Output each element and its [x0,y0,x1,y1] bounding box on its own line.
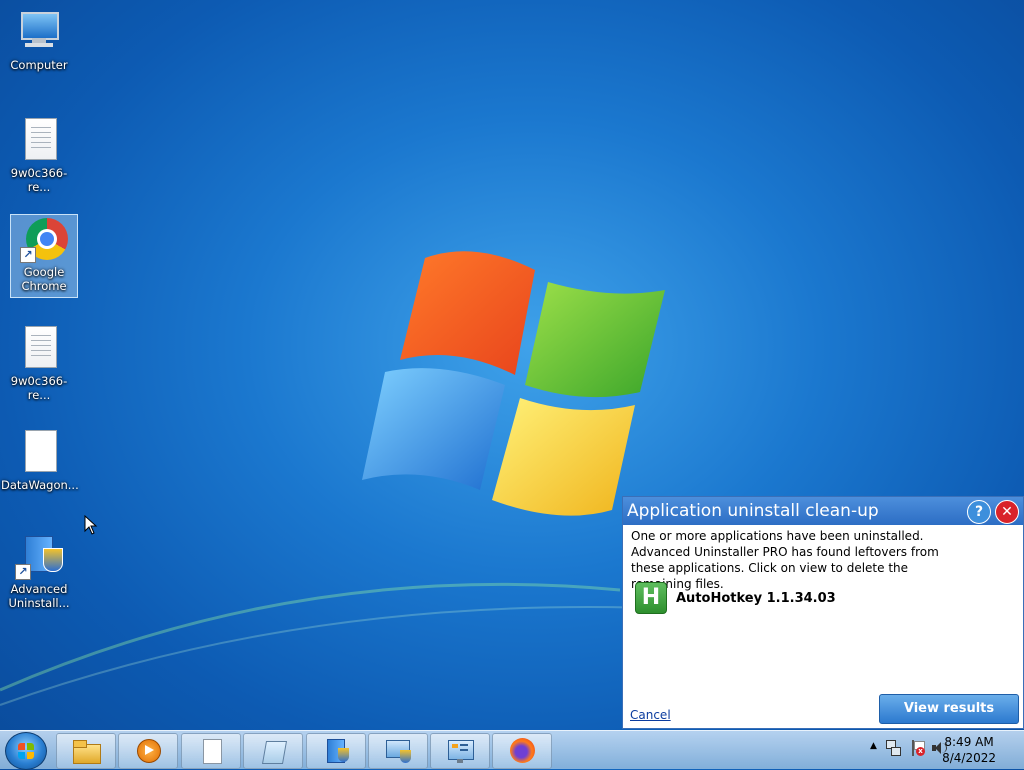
help-button[interactable]: ? [967,500,991,524]
clock[interactable]: 8:49 AM 8/4/2022 [942,734,996,766]
advanced-uninstaller-icon [322,738,350,764]
start-button[interactable] [5,732,47,770]
autohotkey-icon: H [635,582,667,614]
advanced-uninstaller-icon: ↗ [15,532,63,580]
taskbar-media-player[interactable] [118,733,178,769]
cancel-link[interactable]: Cancel [630,708,671,722]
mouse-cursor-icon [84,515,98,535]
help-icon: ? [974,504,984,520]
desktop-icon-label: DataWagon... [1,478,79,492]
taskbar: ▲ x 8:49 AM 8/4/2022 [0,730,1024,770]
desktop-icon-label: Advanced Uninstall... [8,582,70,610]
desktop-icon-datawagon[interactable]: DataWagon... [1,428,79,492]
file-explorer-icon [72,738,101,764]
app-name: AutoHotkey 1.1.34.03 [676,590,836,606]
text-file-icon [15,116,63,164]
close-icon: ✕ [1001,504,1013,520]
text-file-icon [15,324,63,372]
dialog-title: Application uninstall clean-up [627,501,879,521]
windows-start-orb-icon [17,742,35,760]
taskbar-advanced-uninstaller[interactable] [306,733,366,769]
media-player-icon [134,738,162,764]
blank-file-icon [15,428,63,476]
shortcut-arrow-icon: ↗ [20,247,36,263]
action-center-flag-icon[interactable]: x [910,740,925,756]
clock-date: 8/4/2022 [942,751,996,765]
desktop-icon-text-file-2[interactable]: 9w0c366-re... [1,324,77,402]
shortcut-arrow-icon: ↗ [15,564,31,580]
network-monitor-icon [384,738,412,764]
leftover-app-item: H AutoHotkey 1.1.34.03 [635,582,836,614]
taskbar-blank-document[interactable] [181,733,241,769]
taskbar-settings-panel[interactable] [430,733,490,769]
desktop-icon-text-file-1[interactable]: 9w0c366-re... [1,116,77,194]
desktop-icon-google-chrome[interactable]: ↗ Google Chrome [10,214,78,298]
show-hidden-icons-button[interactable]: ▲ [870,741,877,751]
blank-document-icon [197,738,225,764]
desktop-icon-label: Computer [10,58,68,72]
taskbar-notepad[interactable] [243,733,303,769]
close-button[interactable]: ✕ [995,500,1019,524]
firefox-icon [508,738,536,764]
desktop-icon-label: 9w0c366-re... [10,166,68,194]
clock-time: 8:49 AM [944,735,994,749]
uninstall-cleanup-dialog: Application uninstall clean-up ? ✕ One o… [622,496,1024,729]
desktop-icon-computer[interactable]: Computer [1,8,77,72]
taskbar-firefox[interactable] [492,733,552,769]
chrome-icon: ↗ [20,215,68,263]
view-results-button[interactable]: View results [879,694,1019,724]
network-icon[interactable] [886,740,901,756]
taskbar-file-explorer[interactable] [56,733,116,769]
desktop-icon-label: 9w0c366-re... [10,374,68,402]
dialog-title-bar: Application uninstall clean-up ? ✕ [623,497,1023,525]
desktop-icon-advanced-uninstaller[interactable]: ↗ Advanced Uninstall... [1,532,77,610]
desktop-icon-label: Google Chrome [21,265,67,293]
system-tray: ▲ x 8:49 AM 8/4/2022 [834,731,1024,769]
notepad-icon [259,738,288,764]
settings-panel-icon [446,738,474,764]
taskbar-network-monitor[interactable] [368,733,428,769]
computer-icon [15,8,63,56]
